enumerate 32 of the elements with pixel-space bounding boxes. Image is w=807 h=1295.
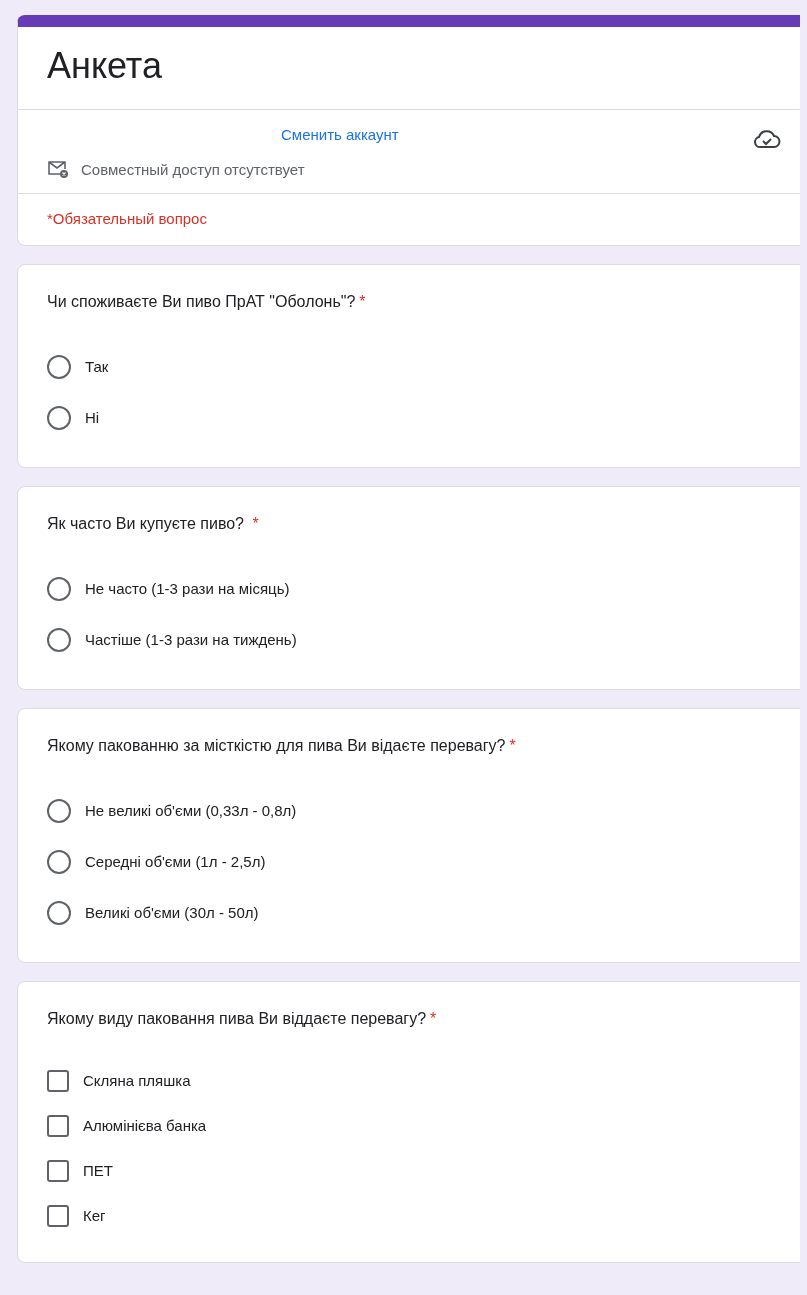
cloud-check-icon (753, 128, 781, 150)
question-text: Якому виду паковання пива Ви віддаєте перевагу? * (47, 1010, 438, 1028)
radio-button[interactable] (47, 798, 71, 823)
required-note: *Обязательный вопрос (46, 209, 208, 229)
option-label: Не часто (1-3 рази на місяць) (85, 580, 290, 597)
option-label: Великі об'єми (30л - 50л) (85, 904, 259, 921)
question-text: Якому пакованню за місткістю для пива Ви відаєте перевагу? * (47, 737, 517, 755)
option-label: Так (85, 358, 109, 375)
option-label: Скляна пляшка (83, 1072, 191, 1089)
switch-account-link[interactable]: Сменить аккаунт (281, 126, 399, 143)
form-title: Анкета (46, 44, 163, 88)
radio-button[interactable] (47, 900, 71, 925)
radio-button[interactable] (47, 405, 71, 430)
checkbox[interactable] (47, 1069, 69, 1092)
option-label: Кег (83, 1207, 106, 1224)
radio-button[interactable] (47, 627, 71, 652)
question-text: Чи споживаєте Ви пиво ПрАТ "Оболонь"? * (47, 293, 367, 311)
question-text: Як часто Ви купуєте пиво? * (47, 515, 260, 533)
option-label: Середні об'єми (1л - 2,5л) (85, 853, 266, 870)
option-label: Частіше (1-3 рази на тиждень) (85, 631, 297, 648)
checkbox[interactable] (47, 1204, 69, 1227)
sharing-status: Совместный доступ отсутствует (81, 160, 305, 178)
checkbox[interactable] (47, 1114, 69, 1137)
option-label: Алюмінієва банка (83, 1117, 207, 1134)
mail-off-icon (47, 159, 69, 179)
checkbox[interactable] (47, 1159, 69, 1182)
radio-button[interactable] (47, 849, 71, 874)
option-label: ПЕТ (83, 1162, 113, 1179)
radio-button[interactable] (47, 576, 71, 601)
option-label: Ні (85, 409, 100, 426)
option-label: Не великі об'єми (0,33л - 0,8л) (85, 802, 297, 819)
radio-button[interactable] (47, 354, 71, 379)
